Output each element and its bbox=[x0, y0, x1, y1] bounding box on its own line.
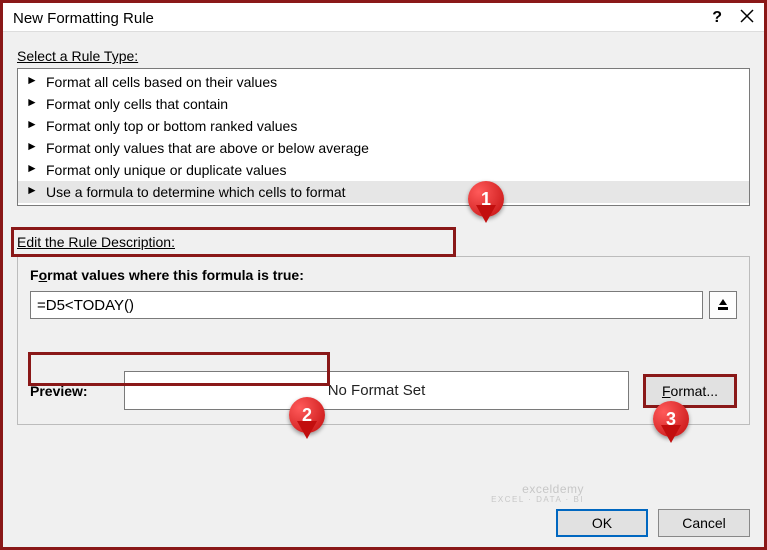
formula-group: Format values where this formula is true… bbox=[17, 256, 750, 425]
bullet-icon: ► bbox=[26, 183, 40, 197]
callout-2: 2 bbox=[289, 397, 325, 433]
rule-type-item[interactable]: ► Format only cells that contain bbox=[18, 93, 749, 115]
help-button[interactable]: ? bbox=[712, 9, 722, 27]
annotation-highlight-1 bbox=[11, 227, 456, 257]
rule-type-item-label: Format only unique or duplicate values bbox=[46, 162, 286, 178]
dialog-title: New Formatting Rule bbox=[13, 10, 154, 27]
callout-3: 3 bbox=[653, 401, 689, 437]
dialog-footer: OK Cancel bbox=[556, 509, 750, 537]
rule-type-item-label: Format only cells that contain bbox=[46, 96, 228, 112]
new-formatting-rule-dialog: New Formatting Rule ? Select a Rule Type… bbox=[0, 0, 767, 550]
rule-type-item-label: Format only top or bottom ranked values bbox=[46, 118, 297, 134]
format-button[interactable]: Format... bbox=[643, 374, 737, 408]
bullet-icon: ► bbox=[26, 161, 40, 175]
bullet-icon: ► bbox=[26, 139, 40, 153]
rule-type-item[interactable]: ► Format only top or bottom ranked values bbox=[18, 115, 749, 137]
rule-type-item-label: Format only values that are above or bel… bbox=[46, 140, 369, 156]
ok-button[interactable]: OK bbox=[556, 509, 648, 537]
formula-label: Format values where this formula is true… bbox=[30, 267, 737, 283]
rule-type-item[interactable]: ► Format only unique or duplicate values bbox=[18, 159, 749, 181]
select-rule-type-label: Select a Rule Type: bbox=[17, 48, 750, 64]
rule-type-item[interactable]: ► Format all cells based on their values bbox=[18, 71, 749, 93]
collapse-dialog-button[interactable] bbox=[709, 291, 737, 319]
cancel-button[interactable]: Cancel bbox=[658, 509, 750, 537]
preview-box: No Format Set bbox=[124, 371, 629, 410]
rule-type-item[interactable]: ► Format only values that are above or be… bbox=[18, 137, 749, 159]
rule-type-item-label: Use a formula to determine which cells t… bbox=[46, 184, 346, 200]
rule-type-listbox[interactable]: ►Format all cells based on their values►… bbox=[17, 68, 750, 206]
bullet-icon: ► bbox=[26, 117, 40, 131]
titlebar: New Formatting Rule ? bbox=[3, 3, 764, 32]
formula-input[interactable] bbox=[30, 291, 703, 319]
watermark: exceldemy EXCEL · DATA · BI bbox=[491, 483, 584, 505]
callout-1: 1 bbox=[468, 181, 504, 217]
close-button[interactable] bbox=[740, 9, 754, 27]
bullet-icon: ► bbox=[26, 73, 40, 87]
rule-type-item[interactable]: ► Use a formula to determine which cells … bbox=[18, 181, 749, 203]
preview-label: Preview: bbox=[30, 383, 110, 399]
rule-type-item-label: Format all cells based on their values bbox=[46, 74, 277, 90]
bullet-icon: ► bbox=[26, 95, 40, 109]
